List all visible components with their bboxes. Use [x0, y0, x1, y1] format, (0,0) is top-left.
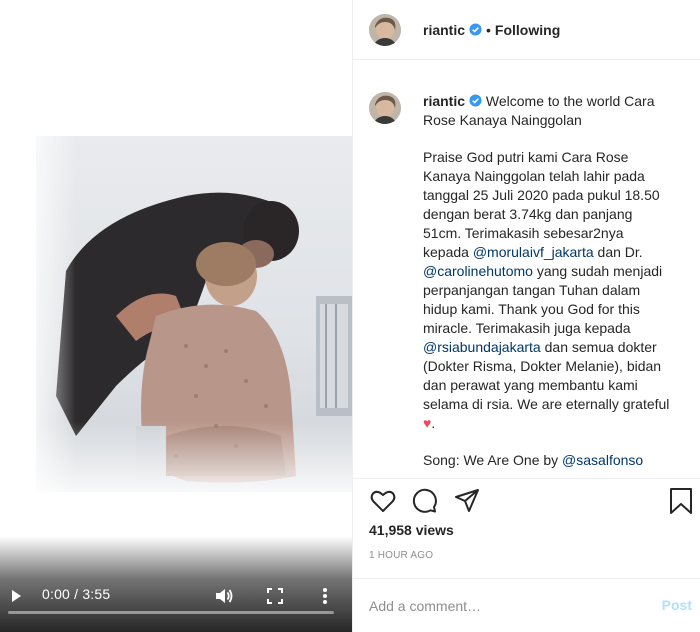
caption: riantic Welcome to the world Cara Rose K… — [353, 78, 700, 470]
caption-text-segment: Song: We Are One by — [423, 452, 563, 468]
post-sidebar: riantic • Following riantic Welcome to t… — [352, 0, 700, 632]
caption-username[interactable]: riantic — [423, 93, 465, 109]
video-frame[interactable] — [36, 136, 352, 492]
play-button[interactable] — [2, 582, 30, 610]
view-count[interactable]: 41,958 views — [369, 522, 454, 538]
mention-link[interactable]: @carolinehutomo — [423, 263, 533, 279]
share-icon[interactable] — [453, 487, 481, 515]
heart-icon[interactable] — [369, 487, 397, 515]
action-bar — [353, 478, 700, 526]
fullscreen-icon — [267, 588, 283, 604]
caption-avatar[interactable] — [369, 92, 401, 124]
mention-link[interactable]: @sasalfonso — [562, 452, 643, 468]
comment-input[interactable] — [369, 597, 639, 614]
caption-text: riantic Welcome to the world Cara Rose K… — [423, 78, 673, 470]
comment-form: Post — [353, 578, 700, 632]
caption-text-segment: . — [431, 415, 436, 431]
following-button[interactable]: Following — [495, 22, 560, 38]
comment-icon[interactable] — [411, 487, 439, 515]
post-header: riantic • Following — [353, 0, 700, 60]
post-button[interactable]: Post — [662, 597, 692, 613]
video-controls: 0:00 / 3:55 — [0, 572, 352, 632]
bookmark-icon[interactable] — [667, 487, 695, 515]
more-options-button[interactable] — [311, 582, 339, 610]
play-icon — [12, 590, 21, 602]
volume-icon — [216, 589, 233, 603]
caption-text-segment: dan Dr. — [593, 244, 643, 260]
fullscreen-button[interactable] — [261, 582, 289, 610]
video-player[interactable]: 0:00 / 3:55 — [0, 0, 352, 632]
header-username[interactable]: riantic — [423, 22, 465, 38]
video-progress-bar[interactable] — [8, 611, 334, 614]
verified-badge-icon — [469, 23, 482, 36]
caption-paragraph: Song: We Are One by @sasalfonso — [423, 451, 673, 470]
volume-button[interactable] — [210, 582, 238, 610]
avatar[interactable] — [369, 13, 401, 46]
avatar-image — [369, 13, 401, 46]
caption-paragraph: Praise God putri kami Cara Rose Kanaya N… — [423, 148, 673, 433]
video-time: 0:00 / 3:55 — [42, 586, 111, 602]
mention-link[interactable]: @morulaivf_jakarta — [473, 244, 594, 260]
mention-link[interactable]: @rsiabundajakarta — [423, 339, 541, 355]
more-vertical-icon — [323, 588, 327, 604]
verified-badge-icon — [469, 94, 482, 107]
comments-section[interactable]: riantic Welcome to the world Cara Rose K… — [353, 78, 700, 471]
avatar-image — [369, 92, 401, 124]
timestamp[interactable]: 1 HOUR AGO — [369, 550, 433, 561]
header-separator: • — [486, 21, 491, 38]
